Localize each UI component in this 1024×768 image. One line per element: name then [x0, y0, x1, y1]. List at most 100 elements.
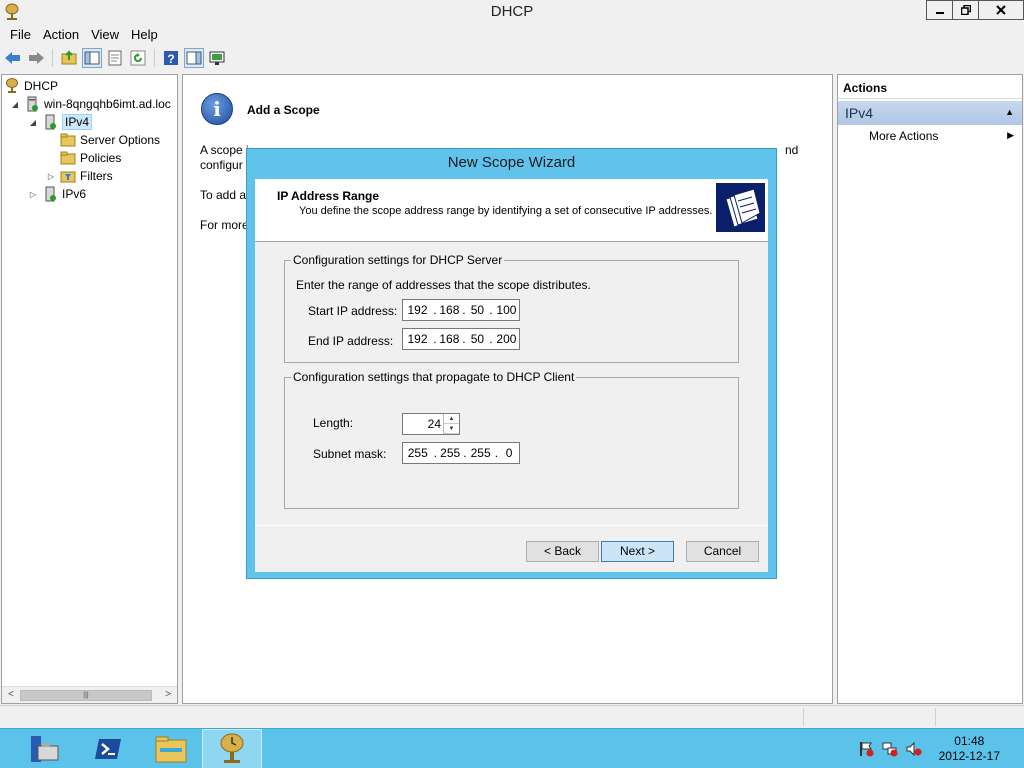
console-tree[interactable]: DHCP ◢ win-8qngqhb6imt.ad.loc ◢ IPv4 Ser…: [1, 74, 178, 704]
cancel-button[interactable]: Cancel: [686, 541, 759, 562]
subnet-mask-label: Subnet mask:: [313, 447, 387, 461]
tree-label: Policies: [80, 151, 122, 165]
back-arrow-icon: [5, 52, 20, 64]
expand-icon[interactable]: ▷: [46, 172, 56, 181]
length-stepper[interactable]: 24 ▲ ▼: [402, 413, 460, 435]
toolbar: ?: [0, 46, 1024, 70]
folders-icon: [716, 183, 765, 232]
tree-item-dhcp[interactable]: DHCP: [4, 77, 58, 95]
folder-icon: [60, 151, 76, 165]
tree-item-filters[interactable]: ▷ Filters: [46, 167, 113, 185]
toolbar-separator: [154, 49, 155, 67]
actions-header: Actions: [838, 75, 1022, 99]
folder-icon: [60, 133, 76, 147]
folder-up-icon: [61, 50, 77, 65]
group-legend: Configuration settings for DHCP Server: [291, 253, 505, 267]
tree-label: IPv6: [62, 187, 87, 201]
close-button[interactable]: [978, 0, 1024, 20]
range-description: Enter the range of addresses that the sc…: [296, 278, 591, 292]
properties-button[interactable]: [105, 48, 125, 68]
network-icon[interactable]: [882, 741, 898, 757]
window-title: DHCP: [490, 3, 534, 20]
close-icon: [996, 5, 1006, 15]
menu-file[interactable]: File: [4, 27, 37, 42]
file-explorer-button[interactable]: [141, 729, 201, 768]
spin-buttons[interactable]: ▲ ▼: [443, 414, 459, 434]
group-legend: Configuration settings that propagate to…: [291, 370, 577, 384]
spin-up-icon[interactable]: ▲: [444, 414, 459, 424]
collapse-up-icon[interactable]: ▲: [1005, 107, 1014, 117]
status-segment: [935, 708, 1024, 726]
tree-label: DHCP: [24, 79, 59, 93]
status-bar: [0, 705, 1024, 727]
filter-icon: [60, 171, 76, 183]
actions-section-label: IPv4: [845, 105, 874, 121]
end-ip-input[interactable]: 192. 168. 50. 200: [402, 328, 520, 350]
horizontal-scrollbar[interactable]: < ||| >: [2, 686, 177, 703]
dialog-title: New Scope Wizard: [447, 154, 576, 171]
menu-help[interactable]: Help: [125, 27, 164, 42]
tree-label: win-8qngqhb6imt.ad.loc: [44, 97, 171, 111]
help-button[interactable]: ?: [161, 48, 181, 68]
tree-item-policies[interactable]: Policies: [60, 149, 121, 167]
menu-view[interactable]: View: [85, 27, 125, 42]
tree-item-server[interactable]: ◢ win-8qngqhb6imt.ad.loc: [10, 95, 171, 113]
ipv6-icon: [45, 186, 56, 202]
scroll-thumb[interactable]: |||: [20, 690, 152, 701]
refresh-icon: [130, 50, 146, 66]
clock-time: 01:48: [954, 734, 985, 748]
collapse-icon[interactable]: ◢: [10, 100, 20, 109]
scroll-right-icon[interactable]: >: [161, 689, 175, 702]
scroll-left-icon[interactable]: <: [4, 689, 18, 702]
volume-muted-icon[interactable]: [906, 741, 922, 757]
start-ip-input[interactable]: 192. 168. 50. 100: [402, 299, 520, 321]
tree-label: IPv4: [62, 114, 93, 130]
server-manager-icon: [31, 736, 59, 762]
actions-pane: Actions IPv4 ▲ More Actions ▶: [837, 74, 1023, 704]
dhcp-icon: [6, 78, 18, 93]
console-button[interactable]: [207, 48, 227, 68]
minimize-button[interactable]: [926, 0, 952, 20]
action-center-flag-icon[interactable]: [858, 741, 874, 757]
tree-label: Server Options: [80, 133, 161, 147]
actions-section-ipv4[interactable]: IPv4 ▲: [838, 101, 1022, 125]
tree-item-server-options[interactable]: Server Options: [60, 131, 160, 149]
length-value: 24: [427, 417, 441, 431]
show-hide-console-tree-button[interactable]: [82, 48, 102, 68]
server-manager-button[interactable]: [15, 729, 75, 768]
wizard-step-description: You define the scope address range by id…: [299, 205, 713, 217]
tree-item-ipv6[interactable]: ▷ IPv6: [28, 185, 86, 203]
new-scope-wizard-dialog: New Scope Wizard IP Address Range You de…: [246, 148, 777, 579]
clock-date: 2012-12-17: [938, 749, 1000, 763]
subnet-mask-input[interactable]: 255. 255. 255. 0: [402, 442, 520, 464]
refresh-button[interactable]: [128, 48, 148, 68]
help-icon: ?: [164, 51, 178, 66]
collapse-icon[interactable]: ◢: [28, 118, 38, 127]
start-ip-label: Start IP address:: [308, 304, 398, 318]
up-one-level-button[interactable]: [59, 48, 79, 68]
restore-icon: [960, 5, 971, 15]
spin-down-icon[interactable]: ▼: [444, 424, 459, 434]
svg-text:?: ?: [167, 52, 174, 66]
taskbar: 01:48 2012-12-17: [0, 728, 1024, 768]
submenu-arrow-icon: ▶: [1007, 130, 1014, 140]
more-actions-item[interactable]: More Actions ▶: [838, 125, 1022, 147]
powershell-button[interactable]: [78, 729, 138, 768]
file-explorer-icon: [155, 736, 187, 763]
tree-item-ipv4[interactable]: ◢ IPv4: [28, 113, 93, 131]
ipv4-icon: [45, 114, 56, 130]
next-button[interactable]: Next >: [601, 541, 674, 562]
page-title: Add a Scope: [247, 103, 320, 117]
menu-action[interactable]: Action: [37, 27, 85, 42]
dhcp-client-settings-group: Configuration settings that propagate to…: [284, 370, 739, 509]
server-icon: [27, 96, 38, 112]
expand-icon[interactable]: ▷: [28, 190, 38, 199]
console-tree-icon: [84, 51, 100, 65]
system-clock[interactable]: 01:48 2012-12-17: [939, 734, 1000, 764]
dhcp-taskbar-button[interactable]: [202, 729, 262, 768]
show-hide-action-pane-button[interactable]: [184, 48, 204, 68]
forward-button[interactable]: [26, 48, 46, 68]
back-button[interactable]: [3, 48, 23, 68]
restore-button[interactable]: [952, 0, 978, 20]
back-button[interactable]: < Back: [526, 541, 599, 562]
